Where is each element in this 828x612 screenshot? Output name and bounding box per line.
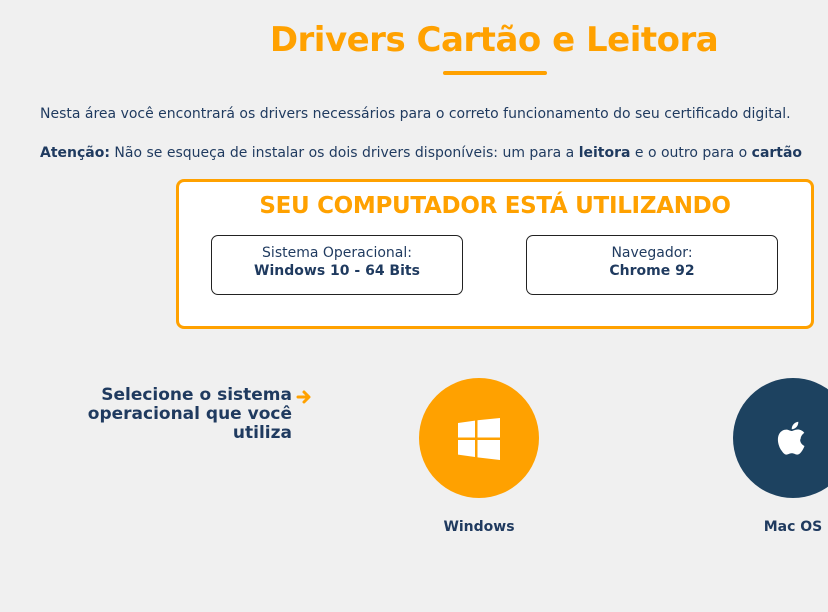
attention-text-before: Não se esqueça de instalar os dois drive…	[109, 145, 579, 161]
page: Drivers Cartão e Leitora Nesta área você…	[0, 0, 828, 612]
windows-option-label[interactable]: Windows	[419, 519, 539, 535]
attention-text: Atenção: Não se esqueça de instalar os d…	[40, 145, 802, 161]
attention-bold-reader: leitora	[578, 145, 631, 161]
attention-text-middle: e o outro para o	[630, 145, 752, 161]
select-os-prompt: Selecione o sistema operacional que você…	[87, 385, 292, 443]
os-info-card: Sistema Operacional: Windows 10 - 64 Bit…	[211, 235, 463, 295]
mac-option-button[interactable]	[733, 378, 828, 498]
os-info-label: Sistema Operacional:	[262, 245, 412, 261]
system-info-box: SEU COMPUTADOR ESTÁ UTILIZANDO Sistema O…	[176, 179, 814, 329]
title-underline	[443, 71, 547, 75]
browser-info-value: Chrome 92	[609, 263, 695, 279]
system-info-title: SEU COMPUTADOR ESTÁ UTILIZANDO	[259, 193, 731, 219]
browser-info-card: Navegador: Chrome 92	[526, 235, 778, 295]
attention-bold-card: cartão	[751, 145, 803, 161]
os-info-value: Windows 10 - 64 Bits	[254, 263, 420, 279]
intro-text: Nesta área você encontrará os drivers ne…	[40, 106, 791, 122]
windows-icon	[458, 418, 500, 460]
mac-option-label[interactable]: Mac OS	[733, 519, 828, 535]
attention-label: Atenção:	[40, 145, 110, 161]
browser-info-label: Navegador:	[611, 245, 693, 261]
windows-option-button[interactable]	[419, 378, 539, 498]
arrow-right-icon	[296, 390, 311, 404]
page-title: Drivers Cartão e Leitora	[269, 20, 719, 60]
apple-icon	[777, 421, 805, 455]
